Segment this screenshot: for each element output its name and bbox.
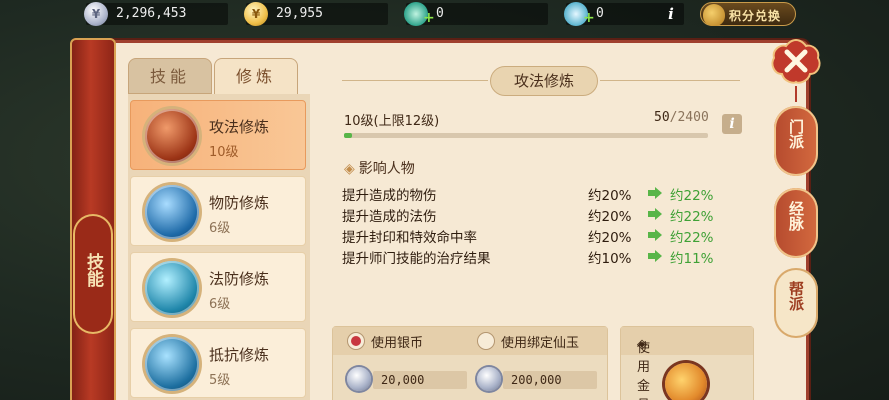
radio-use-silver[interactable] [347,332,365,350]
silver-coin-icon: ¥ [84,2,108,26]
tab-sect[interactable]: 门派 [774,106,818,176]
section-affected: ◈ 影响人物 [344,158,415,178]
effect-next: 约22% [670,230,714,246]
silver-coin-icon [347,367,371,391]
option-bound-jade-label: 使用绑定仙玉 [501,336,580,351]
effect-current: 约10% [588,251,632,267]
skill-item-resistance[interactable]: 抵抗修炼 5级 [130,328,306,398]
add-jade-icon[interactable]: + [423,11,435,25]
effect-next: 约22% [670,188,714,204]
effect-current: 约20% [588,230,632,246]
jade-amount: 0 [436,6,444,21]
points-exchange-label: 积分兑换 [729,9,782,23]
skill-name: 法防修炼 [209,270,270,288]
progress-current: 50 [654,110,670,125]
silver-coin-icon [477,367,501,391]
level-text: 10级(上限12级) [344,114,440,129]
silver-currency: ¥ 2,296,453 [84,2,228,26]
skill-level: 10级 [209,145,239,160]
skill-item-physical-defense[interactable]: 物防修炼 6级 [130,176,306,246]
side-scroll-label: 技能 [70,253,116,296]
tab-skills[interactable]: 技能 [128,58,212,94]
close-icon [771,38,821,84]
silver-cost-amount: 20,000 [373,371,467,389]
armor-icon [145,337,199,391]
effect-label: 提升师门技能的治疗结果 [342,251,491,267]
effect-row: 提升封印和特效命中率 约20% 约22% [342,226,722,246]
taiji-icon [145,261,199,315]
arrow-right-icon [648,229,662,241]
currency-bar: ¥ 2,296,453 ¥ 29,955 + 0 + 0 i 积分兑换 [0,0,889,30]
side-scroll: 技能 [70,38,116,400]
golden-pill-header: ◈使用金丹 [621,327,753,400]
effect-current: 约20% [588,209,632,225]
shield-icon [145,185,199,239]
effect-next: 约22% [670,209,714,225]
close-tassel [795,86,797,102]
add-bound-jade-icon[interactable]: + [583,11,595,25]
gold-currency: ¥ 29,955 [244,2,388,26]
progress-bar-fill [344,133,352,138]
skill-name: 物防修炼 [209,194,270,212]
points-exchange-button[interactable]: 积分兑换 [700,2,796,26]
side-scroll-text: 技能 [83,253,103,287]
detail-title: 攻法修炼 [490,66,598,96]
tab-meridian[interactable]: 经脉 [774,188,818,258]
cultivation-detail: 攻法修炼 10级(上限12级) 50/2400 i ◈ 影响人物 提升造成的物伤 … [318,58,756,400]
close-button[interactable] [770,38,822,86]
skill-level: 6级 [209,221,231,236]
skill-item-magic-defense[interactable]: 法防修炼 6级 [130,252,306,322]
title-divider-right [600,80,740,81]
golden-pill-icon[interactable] [665,363,707,400]
arrow-right-icon [648,250,662,262]
tab-cultivation-label: 修炼 [235,67,276,86]
money-bag-icon [703,4,725,26]
effect-label: 提升造成的法伤 [342,209,437,225]
option-silver-label: 使用银币 [371,336,424,351]
tab-guild-label: 帮派 [787,281,805,311]
gold-amount: 29,955 [276,6,323,21]
bound-jade-currency[interactable]: + 0 i [564,2,684,26]
effect-row: 提升造成的法伤 约20% 约22% [342,205,722,225]
silver-amount: 2,296,453 [116,6,187,21]
diamond-icon: ◈ [344,161,355,177]
progress-max: /2400 [669,110,709,125]
detail-info-icon[interactable]: i [722,114,742,134]
golden-pill-box: ◈使用金丹 [620,326,754,400]
progress-bar [344,133,708,138]
title-divider-left [342,80,488,81]
tab-cultivation[interactable]: 修炼 [214,58,298,94]
skill-level: 6级 [209,297,231,312]
effect-next: 约11% [670,251,714,267]
tab-sect-label: 门派 [787,119,805,149]
arrow-right-icon [648,187,662,199]
skill-name: 攻法修炼 [209,118,270,136]
gold-coin-icon: ¥ [244,2,268,26]
sword-icon [145,109,199,163]
bound-jade-amount: 0 [596,6,604,21]
cost-options-header: 使用银币 使用绑定仙玉 [333,327,607,355]
tab-meridian-label: 经脉 [787,201,805,231]
golden-pill-label: 使用金丹 [637,341,651,400]
tab-skills-label: 技能 [149,67,190,86]
info-icon[interactable]: i [662,5,680,23]
cultivation-list: 攻法修炼 10级 物防修炼 6级 法防修炼 6级 抵抗修炼 5级 [128,94,310,400]
tab-guild[interactable]: 帮派 [774,268,818,338]
progress-text: 50/2400 [654,110,709,125]
bound-jade-cost-amount: 200,000 [503,371,597,389]
arrow-right-icon [648,208,662,220]
effect-row: 提升师门技能的治疗结果 约10% 约11% [342,247,722,267]
radio-use-bound-jade[interactable] [477,332,495,350]
effect-label: 提升封印和特效命中率 [342,230,477,246]
skill-name: 抵抗修炼 [209,346,270,364]
effect-current: 约20% [588,188,632,204]
jade-currency[interactable]: + 0 [404,2,548,26]
skill-item-attack-magic[interactable]: 攻法修炼 10级 [130,100,306,170]
skill-level: 5级 [209,373,231,388]
effect-label: 提升造成的物伤 [342,188,437,204]
effect-row: 提升造成的物伤 约20% 约22% [342,184,722,204]
currency-cost-box: 使用银币 使用绑定仙玉 20,000 200,000 [332,326,608,400]
section-title: 影响人物 [358,161,415,177]
